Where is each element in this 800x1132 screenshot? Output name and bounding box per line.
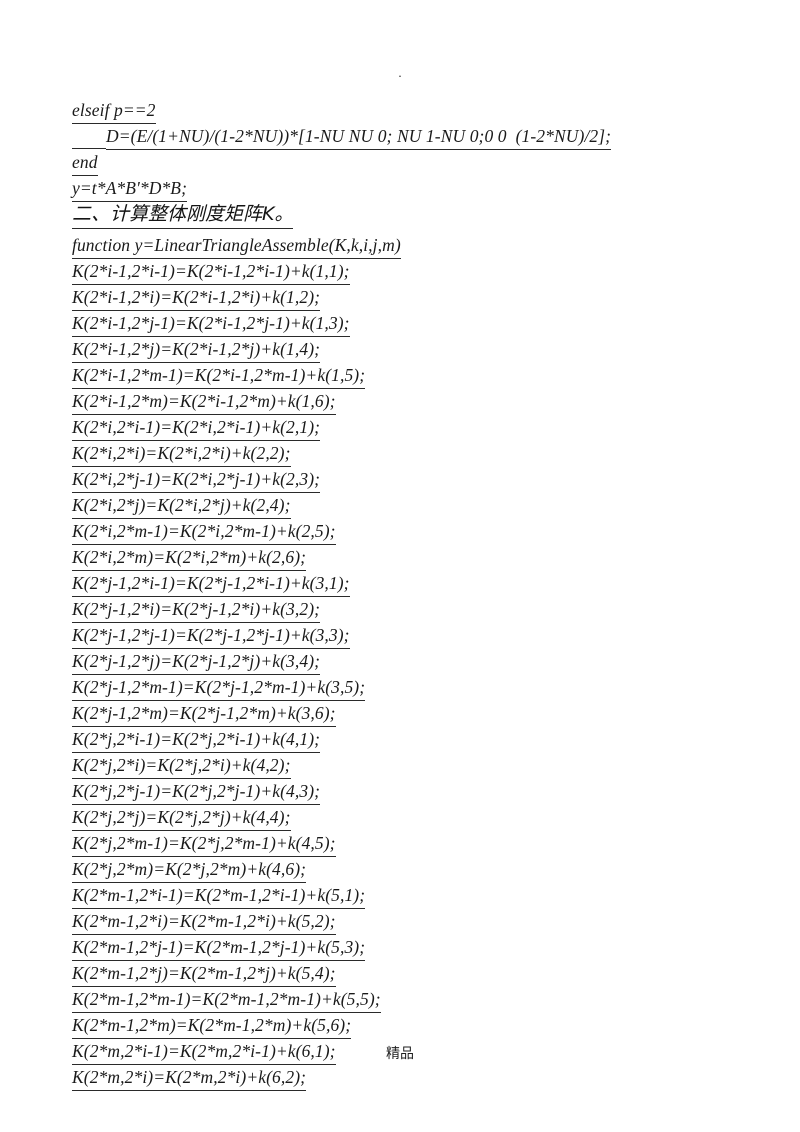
code-line-text: K(2*j-1,2*j)=K(2*j-1,2*j)+k(3,4); — [72, 649, 321, 675]
code-line-text: K(2*m-1,2*j)=K(2*m-1,2*j)+k(5,4); — [72, 961, 336, 987]
code-line: K(2*m-1,2*j-1)=K(2*m-1,2*j-1)+k(5,3); — [72, 935, 712, 961]
page-top-mark: . — [398, 65, 402, 80]
code-line: K(2*i-1,2*m)=K(2*i-1,2*m)+k(1,6); — [72, 389, 712, 415]
code-line: y=t*A*B'*D*B; — [72, 176, 712, 202]
code-line: function y=LinearTriangleAssemble(K,k,i,… — [72, 233, 712, 259]
code-line: K(2*j,2*i-1)=K(2*j,2*i-1)+k(4,1); — [72, 727, 712, 753]
code-line-text: K(2*i,2*i)=K(2*i,2*i)+k(2,2); — [72, 441, 291, 467]
code-line-text: D=(E/(1+NU)/(1-2*NU))*[1-NU NU 0; NU 1-N… — [106, 124, 612, 150]
code-line: K(2*i-1,2*j)=K(2*i-1,2*j)+k(1,4); — [72, 337, 712, 363]
code-body: elseif p==2 D=(E/(1+NU)/(1-2*NU))*[1-NU N… — [72, 98, 712, 1091]
code-line-text: K(2*j-1,2*m)=K(2*j-1,2*m)+k(3,6); — [72, 701, 336, 727]
code-line-text: K(2*i,2*m)=K(2*i,2*m)+k(2,6); — [72, 545, 307, 571]
document-page: . elseif p==2 D=(E/(1+NU)/(1-2*NU))*[1-NU… — [0, 0, 800, 1132]
code-line-text: K(2*j,2*m)=K(2*j,2*m)+k(4,6); — [72, 857, 307, 883]
code-line-text: K(2*i,2*m-1)=K(2*i,2*m-1)+k(2,5); — [72, 519, 336, 545]
code-line-text: K(2*j-1,2*j-1)=K(2*j-1,2*j-1)+k(3,3); — [72, 623, 350, 649]
code-line-text: K(2*m-1,2*m)=K(2*m-1,2*m)+k(5,6); — [72, 1013, 352, 1039]
code-line: K(2*j,2*j-1)=K(2*j,2*j-1)+k(4,3); — [72, 779, 712, 805]
code-line-text: y=t*A*B'*D*B; — [72, 176, 188, 202]
code-line-text: K(2*i,2*j)=K(2*i,2*j)+k(2,4); — [72, 493, 291, 519]
code-line: K(2*j-1,2*m)=K(2*j-1,2*m)+k(3,6); — [72, 701, 712, 727]
code-line-text: function y=LinearTriangleAssemble(K,k,i,… — [72, 233, 401, 259]
code-line-text: K(2*i-1,2*m)=K(2*i-1,2*m)+k(1,6); — [72, 389, 336, 415]
code-line: K(2*j,2*i)=K(2*j,2*i)+k(4,2); — [72, 753, 712, 779]
code-line: K(2*j,2*m)=K(2*j,2*m)+k(4,6); — [72, 857, 712, 883]
code-line: K(2*j-1,2*j)=K(2*j-1,2*j)+k(3,4); — [72, 649, 712, 675]
code-line: K(2*i,2*m)=K(2*i,2*m)+k(2,6); — [72, 545, 712, 571]
code-line: K(2*j-1,2*m-1)=K(2*j-1,2*m-1)+k(3,5); — [72, 675, 712, 701]
code-line: K(2*j-1,2*i)=K(2*j-1,2*i)+k(3,2); — [72, 597, 712, 623]
code-line-text: elseif p==2 — [72, 98, 156, 124]
code-line-text: K(2*m,2*i)=K(2*m,2*i)+k(6,2); — [72, 1065, 307, 1091]
code-line-text: K(2*j-1,2*i-1)=K(2*j-1,2*i-1)+k(3,1); — [72, 571, 350, 597]
code-line: K(2*m-1,2*j)=K(2*m-1,2*j)+k(5,4); — [72, 961, 712, 987]
page-footer: 精品 — [386, 1046, 414, 1062]
code-line: K(2*i-1,2*m-1)=K(2*i-1,2*m-1)+k(1,5); — [72, 363, 712, 389]
code-line-text: K(2*i-1,2*m-1)=K(2*i-1,2*m-1)+k(1,5); — [72, 363, 366, 389]
code-line-text: K(2*i-1,2*j)=K(2*i-1,2*j)+k(1,4); — [72, 337, 321, 363]
code-line: K(2*m-1,2*m)=K(2*m-1,2*m)+k(5,6); — [72, 1013, 712, 1039]
code-line: K(2*m-1,2*m-1)=K(2*m-1,2*m-1)+k(5,5); — [72, 987, 712, 1013]
code-line-text: K(2*m-1,2*i-1)=K(2*m-1,2*i-1)+k(5,1); — [72, 883, 366, 909]
code-line: K(2*j-1,2*i-1)=K(2*j-1,2*i-1)+k(3,1); — [72, 571, 712, 597]
code-line: K(2*m,2*i)=K(2*m,2*i)+k(6,2); — [72, 1065, 712, 1091]
code-line-text: K(2*m-1,2*m-1)=K(2*m-1,2*m-1)+k(5,5); — [72, 987, 381, 1013]
code-line: K(2*i,2*i)=K(2*i,2*i)+k(2,2); — [72, 441, 712, 467]
code-line-text: K(2*j,2*j)=K(2*j,2*j)+k(4,4); — [72, 805, 291, 831]
code-line: K(2*i,2*m-1)=K(2*i,2*m-1)+k(2,5); — [72, 519, 712, 545]
code-line-text: K(2*m-1,2*j-1)=K(2*m-1,2*j-1)+k(5,3); — [72, 935, 366, 961]
code-line-text: K(2*m-1,2*i)=K(2*m-1,2*i)+k(5,2); — [72, 909, 336, 935]
code-line: elseif p==2 — [72, 98, 712, 124]
code-line-text: K(2*j,2*i)=K(2*j,2*i)+k(4,2); — [72, 753, 291, 779]
code-line-text: K(2*j,2*m-1)=K(2*j,2*m-1)+k(4,5); — [72, 831, 336, 857]
code-line: K(2*j,2*m-1)=K(2*j,2*m-1)+k(4,5); — [72, 831, 712, 857]
code-line-text: K(2*i,2*j-1)=K(2*i,2*j-1)+k(2,3); — [72, 467, 321, 493]
code-line: K(2*i,2*j)=K(2*i,2*j)+k(2,4); — [72, 493, 712, 519]
code-line-text: K(2*j,2*j-1)=K(2*j,2*j-1)+k(4,3); — [72, 779, 321, 805]
code-line: K(2*m-1,2*i)=K(2*m-1,2*i)+k(5,2); — [72, 909, 712, 935]
code-line-text: K(2*j,2*i-1)=K(2*j,2*i-1)+k(4,1); — [72, 727, 321, 753]
code-line-text: end — [72, 150, 98, 176]
code-line-text: K(2*i-1,2*i)=K(2*i-1,2*i)+k(1,2); — [72, 285, 321, 311]
code-line-text: K(2*i,2*i-1)=K(2*i,2*i-1)+k(2,1); — [72, 415, 321, 441]
code-line-text: K(2*j-1,2*i)=K(2*j-1,2*i)+k(3,2); — [72, 597, 321, 623]
code-line-text: K(2*i-1,2*i-1)=K(2*i-1,2*i-1)+k(1,1); — [72, 259, 350, 285]
code-line: end — [72, 150, 712, 176]
code-line: K(2*m-1,2*i-1)=K(2*m-1,2*i-1)+k(5,1); — [72, 883, 712, 909]
code-line: K(2*i,2*j-1)=K(2*i,2*j-1)+k(2,3); — [72, 467, 712, 493]
section-heading-text: 二、计算整体刚度矩阵K。 — [72, 202, 294, 229]
code-line: K(2*j,2*j)=K(2*j,2*j)+k(4,4); — [72, 805, 712, 831]
code-line: K(2*i-1,2*i)=K(2*i-1,2*i)+k(1,2); — [72, 285, 712, 311]
section-heading: 二、计算整体刚度矩阵K。 — [72, 202, 712, 229]
code-line-text: K(2*j-1,2*m-1)=K(2*j-1,2*m-1)+k(3,5); — [72, 675, 366, 701]
code-line-text: K(2*i-1,2*j-1)=K(2*i-1,2*j-1)+k(1,3); — [72, 311, 350, 337]
code-line: K(2*j-1,2*j-1)=K(2*j-1,2*j-1)+k(3,3); — [72, 623, 712, 649]
code-line: D=(E/(1+NU)/(1-2*NU))*[1-NU NU 0; NU 1-N… — [72, 124, 712, 150]
code-line: K(2*i-1,2*i-1)=K(2*i-1,2*i-1)+k(1,1); — [72, 259, 712, 285]
code-line: K(2*i-1,2*j-1)=K(2*i-1,2*j-1)+k(1,3); — [72, 311, 712, 337]
code-line: K(2*i,2*i-1)=K(2*i,2*i-1)+k(2,1); — [72, 415, 712, 441]
